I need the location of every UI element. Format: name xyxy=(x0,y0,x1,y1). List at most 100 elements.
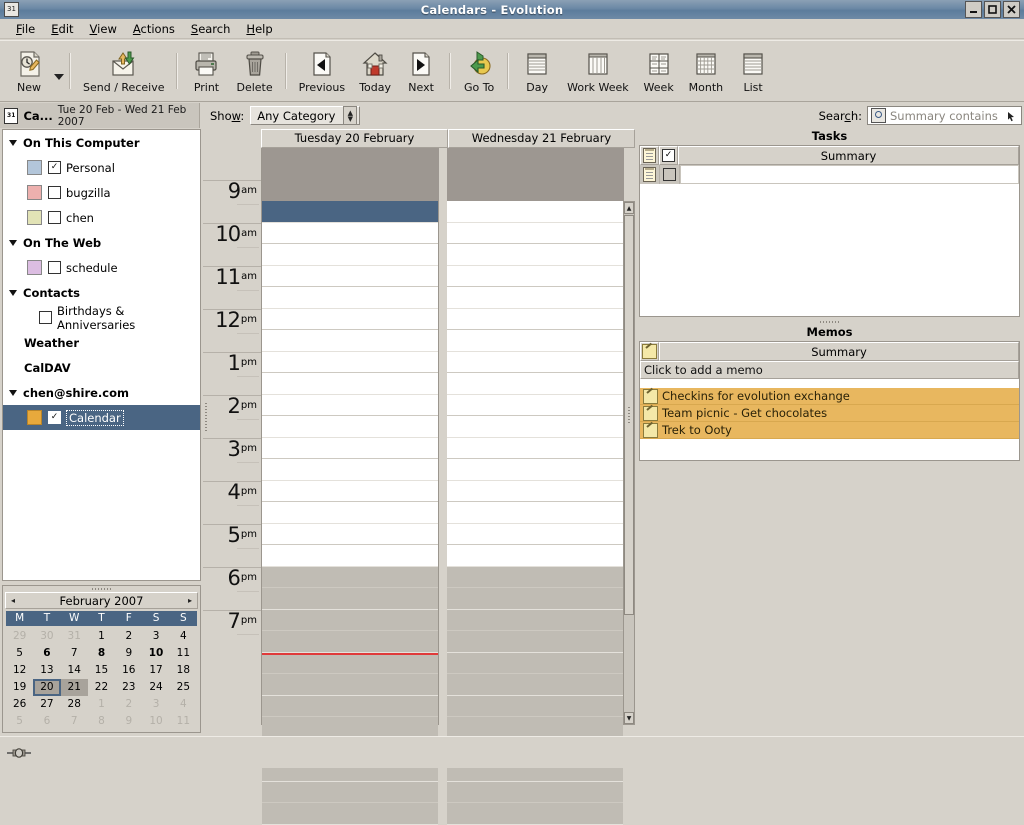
mini-calendar-day[interactable]: 3 xyxy=(142,628,169,645)
menu-view[interactable]: View xyxy=(82,20,125,38)
chevron-down-icon[interactable] xyxy=(9,140,17,146)
time-slot[interactable] xyxy=(262,201,438,223)
time-slot[interactable] xyxy=(447,567,623,589)
checkbox-schedule[interactable] xyxy=(48,261,61,274)
sidebar-item-birthdays[interactable]: Birthdays & Anniversaries xyxy=(3,305,200,330)
toolbar-send-receive-button[interactable]: Send / Receive xyxy=(76,43,171,99)
toolbar-print-button[interactable]: Print xyxy=(183,43,229,99)
time-slot[interactable] xyxy=(447,309,623,331)
time-slot[interactable] xyxy=(262,567,438,589)
mini-calendar-day[interactable]: 3 xyxy=(142,696,169,713)
mini-calendar-day[interactable]: 30 xyxy=(33,628,60,645)
time-slot[interactable] xyxy=(447,352,623,374)
time-slot[interactable] xyxy=(447,631,623,653)
checkbox-chen[interactable] xyxy=(48,211,61,224)
toolbar-work-week-view-button[interactable]: Work Week xyxy=(560,43,636,99)
menu-search[interactable]: Search xyxy=(183,20,239,38)
time-slot[interactable] xyxy=(447,201,623,223)
time-slot[interactable] xyxy=(447,588,623,610)
chevron-down-icon[interactable] xyxy=(9,390,17,396)
time-slot[interactable] xyxy=(262,610,438,632)
memos-col-summary[interactable]: Summary xyxy=(659,342,1019,361)
mini-calendar-day[interactable]: 8 xyxy=(88,713,115,730)
time-slot[interactable] xyxy=(262,373,438,395)
mini-calendar-day[interactable]: 5 xyxy=(6,645,33,662)
day-column-tuesday[interactable] xyxy=(262,201,439,725)
time-slot[interactable] xyxy=(447,287,623,309)
toolbar-month-view-button[interactable]: Month xyxy=(682,43,730,99)
time-slot[interactable] xyxy=(262,588,438,610)
time-slot[interactable] xyxy=(262,266,438,288)
mini-calendar-day[interactable]: 12 xyxy=(6,662,33,679)
mini-calendar-day[interactable]: 7 xyxy=(61,713,88,730)
mini-calendar-day[interactable]: 23 xyxy=(115,679,142,696)
time-slot[interactable] xyxy=(447,438,623,460)
time-slot[interactable] xyxy=(262,524,438,546)
toolbar-next-button[interactable]: Next xyxy=(398,43,444,99)
toolbar-day-view-button[interactable]: Day xyxy=(514,43,560,99)
sidebar-item-bugzilla[interactable]: bugzilla xyxy=(3,180,200,205)
search-input[interactable]: Summary contains xyxy=(867,106,1022,125)
chevron-down-icon[interactable] xyxy=(9,240,17,246)
checkbox-birthdays[interactable] xyxy=(39,311,52,324)
mini-calendar-day[interactable]: 9 xyxy=(115,645,142,662)
time-slot[interactable] xyxy=(262,674,438,696)
mini-calendar-day[interactable]: 25 xyxy=(170,679,197,696)
mini-calendar-day[interactable]: 1 xyxy=(88,628,115,645)
time-slot[interactable] xyxy=(447,653,623,675)
time-slot[interactable] xyxy=(447,330,623,352)
menu-help[interactable]: Help xyxy=(238,20,280,38)
maximize-button[interactable] xyxy=(984,1,1001,18)
time-slot[interactable] xyxy=(262,330,438,352)
day-header-tuesday[interactable]: Tuesday 20 February xyxy=(261,129,448,148)
time-slot[interactable] xyxy=(447,803,623,825)
sidebar-item-calendar[interactable]: ✓ Calendar xyxy=(3,405,200,430)
sidebar-group-on-the-web[interactable]: On The Web xyxy=(3,230,200,255)
time-slot[interactable] xyxy=(262,309,438,331)
mini-calendar-day[interactable]: 16 xyxy=(115,662,142,679)
time-slot[interactable] xyxy=(447,416,623,438)
calendar-source-list[interactable]: On This Computer ✓ Personal bugzilla che… xyxy=(2,129,201,581)
checkbox-bugzilla[interactable] xyxy=(48,186,61,199)
new-dropdown-arrow-icon[interactable] xyxy=(54,74,64,80)
task-note-cell[interactable] xyxy=(640,165,660,184)
list-item[interactable]: Team picnic - Get chocolates xyxy=(640,405,1019,422)
toolbar-list-view-button[interactable]: List xyxy=(730,43,776,99)
checkbox-icon[interactable] xyxy=(663,168,676,181)
time-slot[interactable] xyxy=(447,481,623,503)
time-slot[interactable] xyxy=(262,395,438,417)
time-slot[interactable] xyxy=(262,545,438,567)
menu-actions[interactable]: Actions xyxy=(125,20,183,38)
mini-calendar-day[interactable]: 31 xyxy=(61,628,88,645)
toolbar-new-button[interactable]: New xyxy=(6,43,52,99)
time-slot[interactable] xyxy=(262,244,438,266)
task-check-cell[interactable] xyxy=(660,165,680,184)
time-slot[interactable] xyxy=(447,610,623,632)
close-button[interactable] xyxy=(1003,1,1020,18)
mini-calendar-day[interactable]: 2 xyxy=(115,628,142,645)
mini-calendar-day[interactable]: 26 xyxy=(6,696,33,713)
sidebar-group-caldav[interactable]: CalDAV xyxy=(3,355,200,380)
time-slot[interactable] xyxy=(447,373,623,395)
mini-calendar-day[interactable]: 5 xyxy=(6,713,33,730)
mini-calendar-day[interactable]: 6 xyxy=(33,713,60,730)
toolbar-goto-button[interactable]: Go To xyxy=(456,43,502,99)
mini-calendar-day[interactable]: 2 xyxy=(115,696,142,713)
mini-calendar-day[interactable]: 17 xyxy=(142,662,169,679)
category-spinner-icon[interactable]: ▲▼ xyxy=(343,106,357,125)
time-slot[interactable] xyxy=(447,674,623,696)
mini-calendar-day[interactable]: 24 xyxy=(142,679,169,696)
mini-calendar-day[interactable]: 20 xyxy=(33,679,60,696)
category-filter-combo[interactable]: Any Category ▲▼ xyxy=(250,106,360,125)
mini-calendar-day[interactable]: 13 xyxy=(33,662,60,679)
mini-calendar[interactable]: ◂ February 2007 ▸ M T W T F S S 29303112… xyxy=(2,585,201,733)
toolbar-delete-button[interactable]: Delete xyxy=(229,43,279,99)
calendar-scrollbar[interactable]: ▲ ▼ xyxy=(623,201,635,725)
mini-calendar-day[interactable]: 6 xyxy=(33,645,60,662)
memos-col-icon[interactable] xyxy=(640,342,659,361)
time-slot[interactable] xyxy=(262,653,438,675)
toolbar-previous-button[interactable]: Previous xyxy=(292,43,353,99)
time-slot[interactable] xyxy=(262,502,438,524)
sidebar-group-weather[interactable]: Weather xyxy=(3,330,200,355)
all-day-event-row[interactable] xyxy=(261,148,624,201)
